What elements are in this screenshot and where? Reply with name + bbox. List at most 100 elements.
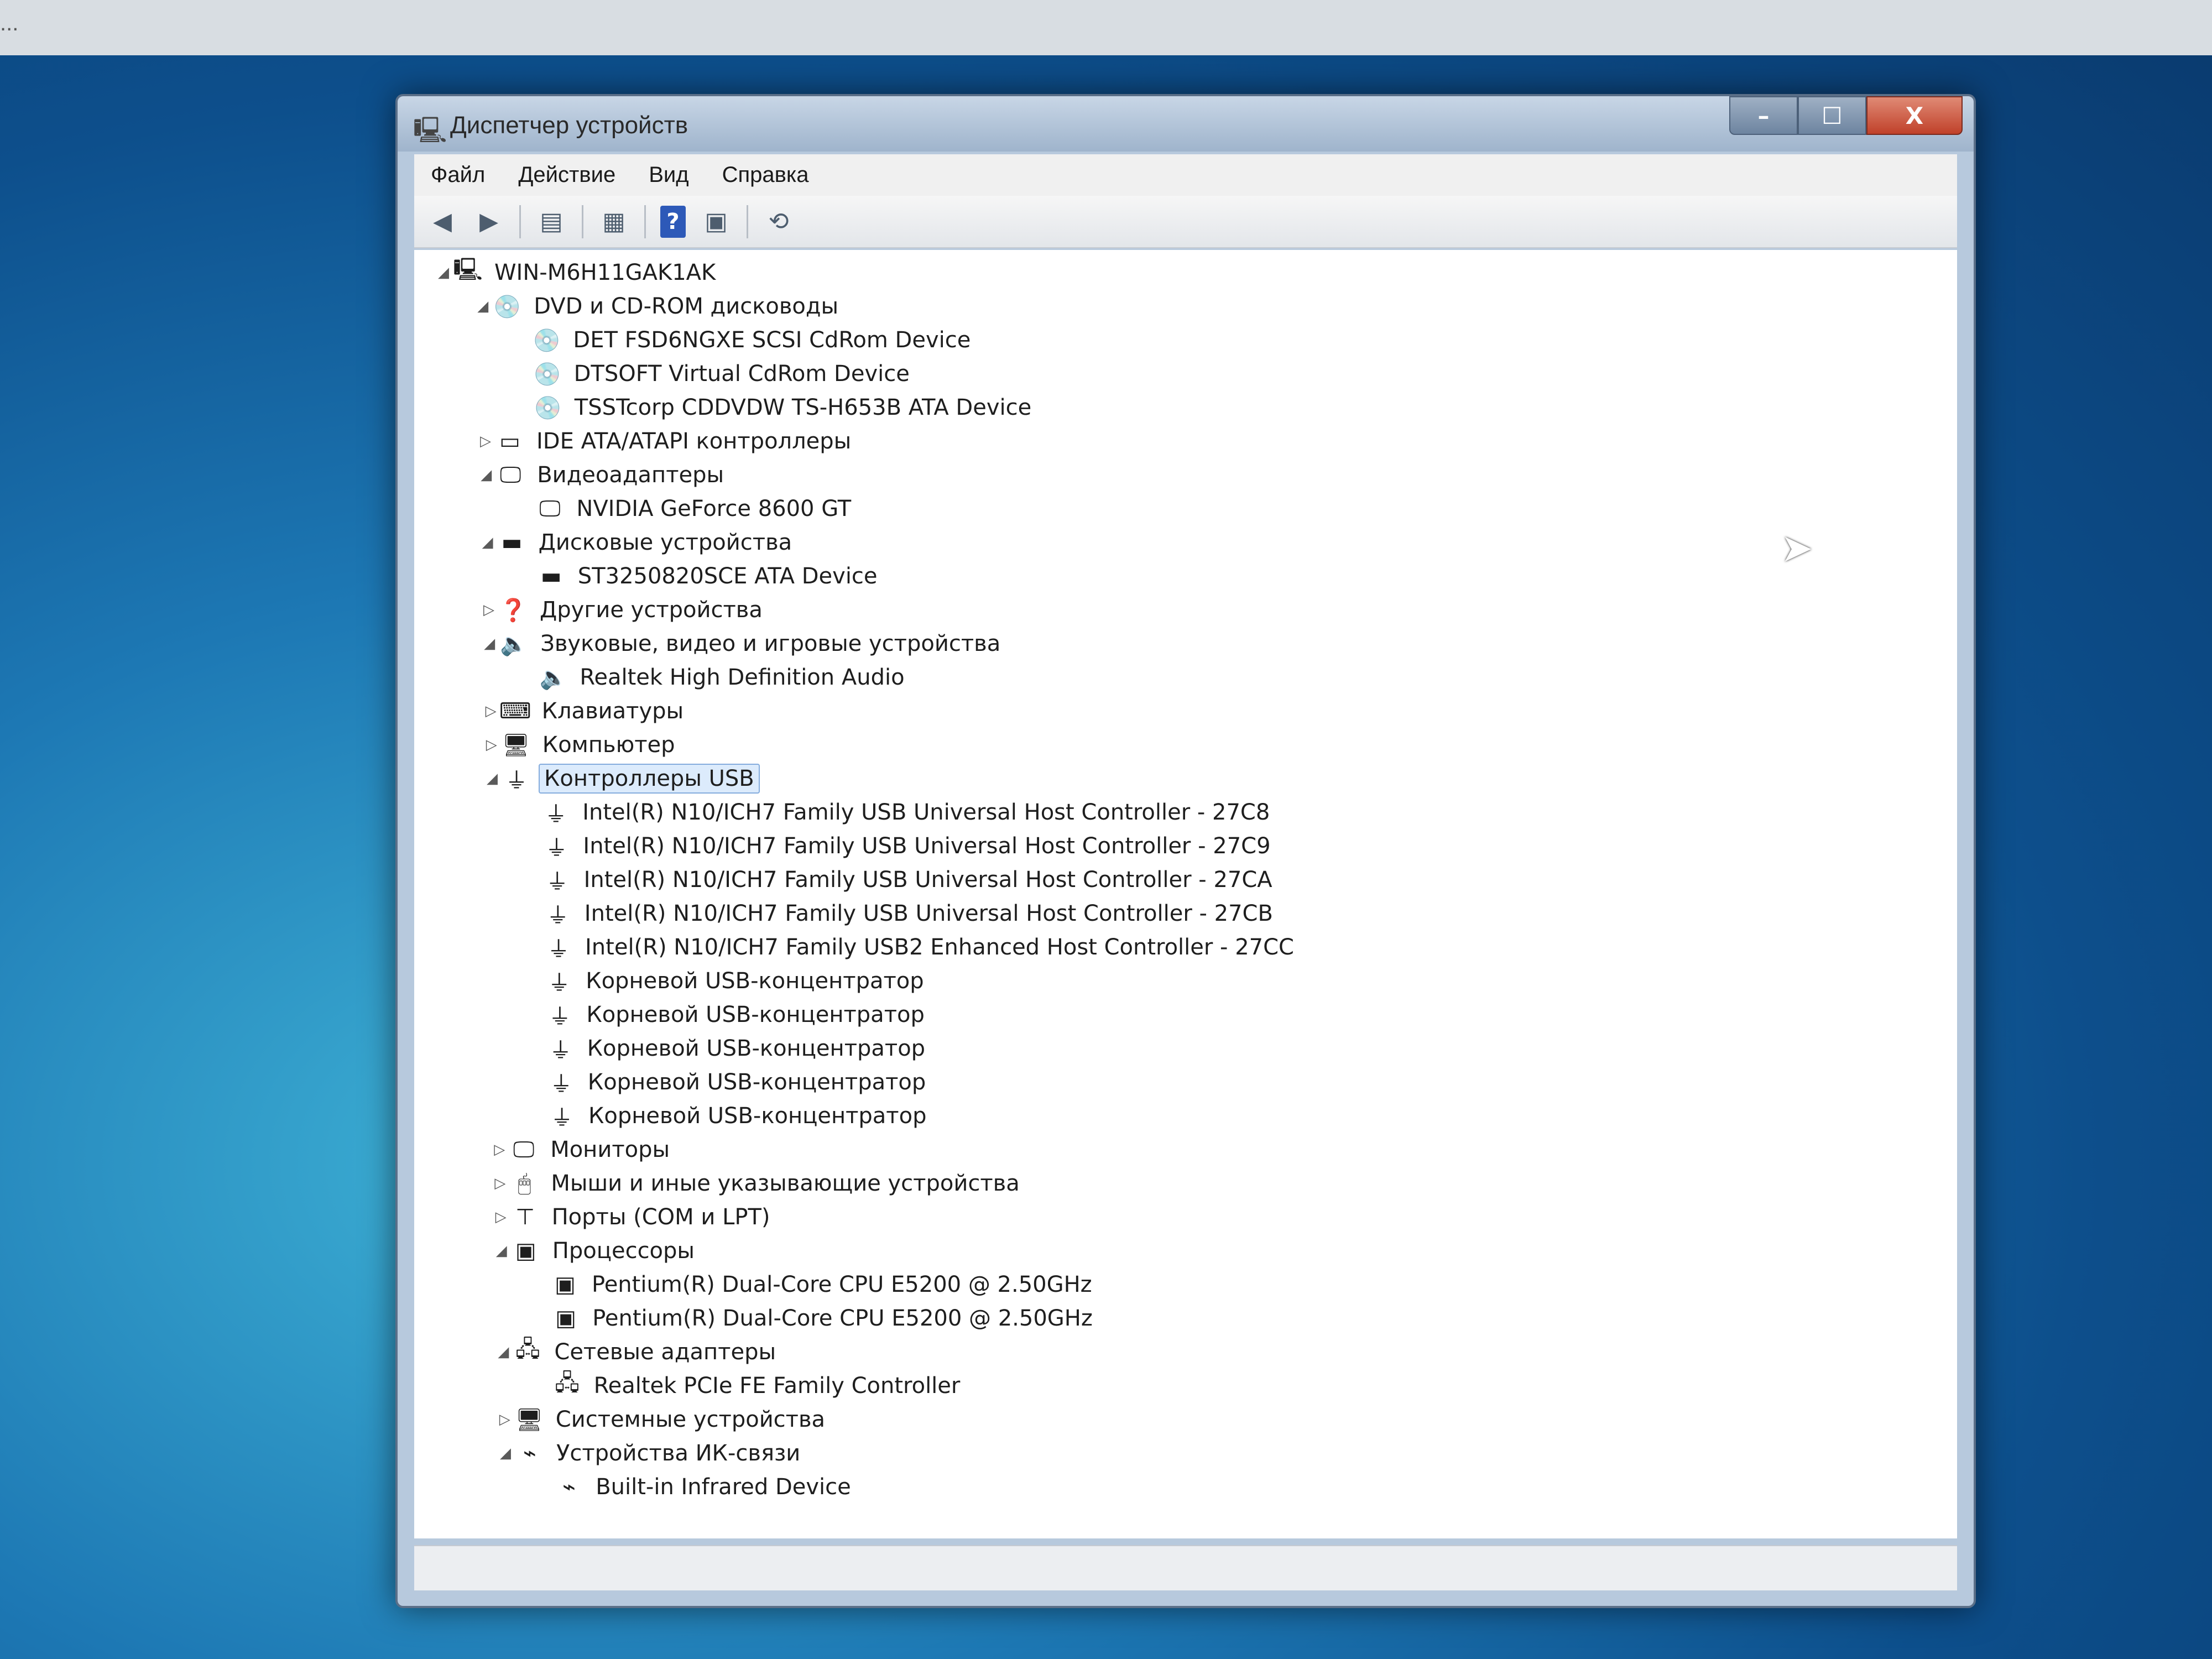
toolbar-separator — [582, 205, 583, 238]
tree-item-label: Корневой USB-концентратор — [586, 1002, 925, 1027]
expand-toggle-icon[interactable]: ▷ — [491, 1209, 511, 1225]
scan-hardware-icon[interactable]: ⟲ — [763, 206, 795, 238]
expand-toggle-icon[interactable]: ◢ — [482, 770, 502, 787]
expand-toggle-icon[interactable]: ◢ — [473, 298, 493, 315]
unknown-device-icon: ❓ — [499, 597, 527, 623]
menu-help[interactable]: Справка — [722, 163, 809, 187]
disk-drive-icon: ▬ — [540, 564, 562, 589]
tree-device[interactable]: ▣ Pentium(R) Dual-Core CPU E5200 @ 2.50GH… — [531, 1302, 1097, 1334]
toolbar-separator — [644, 205, 646, 238]
expand-toggle-icon[interactable]: ▷ — [481, 703, 501, 719]
tree-category[interactable]: ▷ ▭ IDE ATA/ATAPI контроллеры — [476, 425, 855, 457]
mouse-cursor-icon: ➤ — [1781, 525, 1813, 571]
tree-device[interactable]: ⏚ Корневой USB-концентратор — [525, 965, 928, 997]
window-title: Диспетчер устройств — [450, 112, 688, 139]
tree-item-label: Корневой USB-концентратор — [586, 968, 924, 994]
tree-device[interactable]: 💿 DET FSD6NGXE SCSI CdRom Device — [512, 324, 975, 356]
expand-toggle-icon[interactable]: ▷ — [495, 1411, 515, 1428]
tree-item-label: NVIDIA GeForce 8600 GT — [576, 496, 852, 521]
tree-category[interactable]: ◢ 🖵 Видеоадаптеры — [476, 459, 728, 491]
usb-icon: ⏚ — [545, 836, 568, 861]
tree-category[interactable]: ◢ ▬ Дисковые устройства — [478, 526, 797, 559]
expand-toggle-icon[interactable]: ◢ — [476, 467, 496, 483]
ide-controller-icon: ▭ — [499, 429, 520, 454]
tree-item-label: Realtek PCIe FE Family Controller — [593, 1373, 961, 1399]
tree-device[interactable]: 🖧 Realtek PCIe FE Family Controller — [533, 1370, 965, 1402]
tree-item-label: Intel(R) N10/ICH7 Family USB Universal H… — [582, 800, 1270, 825]
tree-category[interactable]: ◢ 🔈 Звуковые, видео и игровые устройства — [479, 628, 1005, 660]
usb-icon: ⏚ — [545, 802, 567, 827]
tree-category[interactable]: ◢ ⌁ Устройства ИК-связи — [495, 1437, 805, 1469]
tree-category[interactable]: ◢ 💿 DVD и CD-ROM дисководы — [473, 290, 843, 322]
properties-icon[interactable]: ▦ — [598, 206, 630, 238]
menu-action[interactable]: Действие — [518, 163, 615, 187]
close-button[interactable]: X — [1866, 96, 1963, 135]
infrared-icon: ⌁ — [562, 1474, 576, 1500]
tree-item-label: Built-in Infrared Device — [596, 1474, 851, 1500]
port-icon: ⊤ — [515, 1204, 535, 1230]
update-driver-icon[interactable]: ▣ — [700, 206, 732, 238]
expand-toggle-icon[interactable]: ▷ — [489, 1141, 509, 1158]
tree-item-label: Pentium(R) Dual-Core CPU E5200 @ 2.50GHz — [592, 1306, 1093, 1331]
tree-device[interactable]: ⏚ Intel(R) N10/ICH7 Family USB Universal … — [524, 898, 1277, 930]
expand-toggle-icon[interactable]: ◢ — [492, 1243, 512, 1259]
network-adapter-icon: 🖧 — [555, 1370, 580, 1396]
tree-device[interactable]: ⏚ Корневой USB-концентратор — [526, 1032, 930, 1065]
tree-category[interactable]: ▷ ⊤ Порты (COM и LPT) — [491, 1201, 775, 1233]
usb-icon: ⏚ — [546, 869, 568, 895]
menu-file[interactable]: Файл — [431, 163, 485, 187]
tree-item-label: Контроллеры USB — [539, 764, 760, 794]
tree-device[interactable]: ⏚ Intel(R) N10/ICH7 Family USB Universal … — [522, 830, 1275, 862]
expand-toggle-icon[interactable]: ▷ — [479, 602, 499, 618]
tree-device[interactable]: 💿 TSSTcorp CDDVDW TS-H653B ATA Device — [514, 392, 1036, 424]
minimize-button[interactable]: – — [1729, 96, 1798, 135]
forward-icon[interactable]: ▶ — [473, 206, 505, 238]
tree-item-label: Дисковые устройства — [538, 530, 792, 555]
tree-device[interactable]: ⏚ Корневой USB-концентратор — [527, 1066, 930, 1098]
expand-toggle-icon[interactable]: ▷ — [482, 737, 502, 753]
tree-device[interactable]: ⏚ Intel(R) N10/ICH7 Family USB2 Enhanced … — [524, 931, 1298, 963]
tree-device[interactable]: ▬ ST3250820SCE ATA Device — [517, 560, 882, 592]
help-icon[interactable]: ? — [660, 205, 686, 238]
maximize-button[interactable]: ☐ — [1798, 96, 1866, 135]
tree-category[interactable]: ▷ 🖥 Компьютер — [482, 729, 680, 761]
tree-category[interactable]: ▷ ❓ Другие устройства — [479, 594, 767, 626]
expand-toggle-icon[interactable]: ◢ — [478, 534, 498, 551]
tree-category[interactable]: ▷ 🖵 Мониторы — [489, 1134, 674, 1166]
show-hide-tree-icon[interactable]: ▤ — [535, 206, 567, 238]
expand-toggle-icon[interactable]: ▷ — [490, 1175, 510, 1192]
infrared-icon: ⌁ — [523, 1441, 537, 1466]
back-icon[interactable]: ◀ — [426, 206, 458, 238]
expand-toggle-icon[interactable]: ▷ — [476, 433, 495, 450]
tree-device[interactable]: ⏚ Intel(R) N10/ICH7 Family USB Universal … — [523, 864, 1277, 896]
tree-category[interactable]: ◢ ⏚ Контроллеры USB — [482, 763, 760, 795]
tree-category[interactable]: ◢ ▣ Процессоры — [492, 1235, 699, 1267]
tree-device[interactable]: 🖵 NVIDIA GeForce 8600 GT — [515, 493, 855, 525]
tree-item-label: ST3250820SCE ATA Device — [577, 564, 878, 589]
processor-icon: ▣ — [555, 1306, 577, 1331]
tree-category[interactable]: ▷ 🖥 Системные устройства — [495, 1404, 830, 1436]
expand-toggle-icon[interactable]: ◢ — [434, 264, 453, 281]
menu-view[interactable]: Вид — [649, 163, 688, 187]
title-bar[interactable]: 🖳 Диспетчер устройств – ☐ X — [398, 96, 1974, 152]
tree-device[interactable]: 💿 DTSOFT Virtual CdRom Device — [513, 358, 914, 390]
tree-category[interactable]: ▷ 🖱 Мыши и иные указывающие устройства — [490, 1167, 1024, 1199]
tree-device[interactable]: 🔈 Realtek High Definition Audio — [519, 661, 909, 693]
system-device-icon: 🖥 — [515, 1407, 544, 1433]
device-tree[interactable]: ◢ 🖳 WIN-M6H11GAK1AK ◢ 💿 DVD и CD-ROM дисковод… — [414, 250, 1957, 1538]
expand-toggle-icon[interactable]: ◢ — [493, 1344, 513, 1360]
tree-device[interactable]: ⌁ Built-in Infrared Device — [535, 1471, 855, 1503]
tree-device[interactable]: ⏚ Корневой USB-концентратор — [528, 1100, 931, 1132]
tree-category[interactable]: ◢ 🖧 Сетевые адаптеры — [493, 1336, 780, 1368]
expand-toggle-icon[interactable]: ◢ — [479, 635, 499, 652]
tree-item-label: Корневой USB-концентратор — [587, 1070, 926, 1095]
display-adapter-icon: 🖵 — [499, 462, 521, 488]
tree-device[interactable]: ▣ Pentium(R) Dual-Core CPU E5200 @ 2.50GH… — [531, 1269, 1097, 1301]
tree-device[interactable]: ⏚ Intel(R) N10/ICH7 Family USB Universal … — [521, 796, 1274, 828]
tree-root-computer[interactable]: ◢ 🖳 WIN-M6H11GAK1AK — [434, 257, 720, 289]
usb-icon: ⏚ — [549, 1038, 572, 1063]
expand-toggle-icon[interactable]: ◢ — [495, 1445, 515, 1462]
tree-category[interactable]: ▷ ⌨ Клавиатуры — [481, 695, 688, 727]
tree-device[interactable]: ⏚ Корневой USB-концентратор — [525, 999, 928, 1031]
tree-item-label: Мониторы — [550, 1137, 670, 1162]
